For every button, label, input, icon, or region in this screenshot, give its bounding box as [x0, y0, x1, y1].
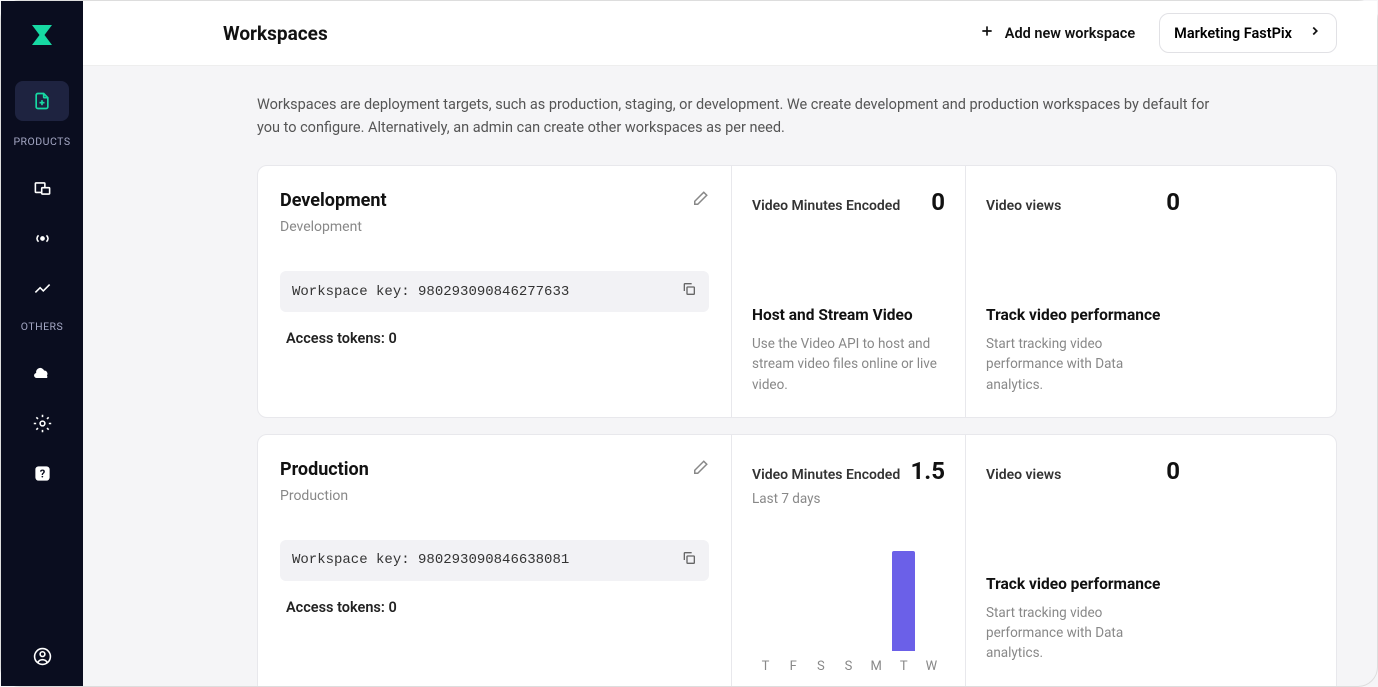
sidebar-item-help[interactable]: ?	[22, 455, 62, 491]
stat-value: 0	[931, 188, 945, 216]
sidebar-item-workspaces[interactable]	[15, 81, 69, 121]
workspace-key-label: Workspace key:	[292, 552, 410, 568]
workspace-key-value: 980293090846277633	[418, 284, 569, 300]
chart-axis-label: W	[920, 659, 943, 674]
panel-description: Start tracking video performance with Da…	[986, 334, 1180, 395]
sidebar-item-media[interactable]	[22, 170, 62, 206]
access-tokens: Access tokens: 0	[286, 330, 709, 347]
org-selector[interactable]: Marketing FastPix	[1159, 13, 1337, 53]
sidebar-section-others: OTHERS	[21, 320, 64, 333]
workspace-name: Production	[280, 459, 369, 480]
stat-label: Video views	[986, 467, 1061, 483]
sidebar-item-profile[interactable]	[22, 636, 62, 676]
plus-icon	[979, 23, 995, 43]
stat-value: 0	[1166, 188, 1180, 216]
workspace-subtitle: Development	[280, 219, 387, 235]
copy-icon[interactable]	[681, 281, 697, 302]
video-views-panel: Video views 0 Track video performance St…	[966, 166, 1200, 417]
bar-chart-axis: TFSSMTW	[752, 659, 945, 674]
chart-axis-label: T	[892, 659, 915, 674]
sidebar-item-streaming[interactable]	[22, 220, 62, 256]
bar-chart	[752, 533, 945, 651]
svg-text:?: ?	[39, 467, 45, 480]
sidebar: PRODUCTS OTHERS ?	[1, 1, 83, 686]
sidebar-section-products: PRODUCTS	[13, 135, 70, 148]
workspace-key-row: Workspace key: 980293090846277633	[280, 271, 709, 312]
workspace-key-label: Workspace key:	[292, 284, 410, 300]
chart-bar	[892, 551, 915, 651]
access-tokens: Access tokens: 0	[286, 599, 709, 616]
panel-title: Track video performance	[986, 575, 1180, 593]
header: Workspaces Add new workspace Marketing F…	[83, 1, 1377, 66]
video-minutes-panel: Video Minutes Encoded 1.5 Last 7 days TF…	[732, 435, 966, 686]
stat-label: Video Minutes Encoded	[752, 198, 900, 214]
video-minutes-panel: Video Minutes Encoded 0 Host and Stream …	[732, 166, 966, 417]
add-workspace-button[interactable]: Add new workspace	[979, 23, 1135, 43]
chart-axis-label: M	[865, 659, 888, 674]
edit-icon[interactable]	[691, 190, 709, 212]
chart-axis-label: F	[782, 659, 805, 674]
stat-value: 0	[1166, 457, 1180, 485]
content: Workspaces are deployment targets, such …	[83, 66, 1377, 686]
video-views-panel: Video views 0 Track video performance St…	[966, 435, 1200, 686]
page-description: Workspaces are deployment targets, such …	[257, 94, 1217, 139]
chart-axis-label: S	[809, 659, 832, 674]
workspace-key-row: Workspace key: 980293090846638081	[280, 540, 709, 581]
chevron-right-icon	[1308, 24, 1322, 42]
org-selector-label: Marketing FastPix	[1174, 25, 1292, 42]
workspace-info: Development Development Workspace key: 9…	[258, 166, 732, 417]
workspace-info: Production Production Workspace key: 980…	[258, 435, 732, 686]
stat-subtext: Last 7 days	[752, 491, 945, 507]
sidebar-item-cloud[interactable]	[22, 355, 62, 391]
workspace-card: Production Production Workspace key: 980…	[257, 434, 1337, 686]
copy-icon[interactable]	[681, 550, 697, 571]
stat-label: Video Minutes Encoded	[752, 467, 900, 483]
sidebar-item-settings[interactable]	[22, 405, 62, 441]
sidebar-item-analytics[interactable]	[22, 270, 62, 306]
panel-title: Track video performance	[986, 306, 1180, 324]
edit-icon[interactable]	[691, 459, 709, 481]
chart-axis-label: T	[754, 659, 777, 674]
main: Workspaces Add new workspace Marketing F…	[83, 1, 1377, 686]
workspace-subtitle: Production	[280, 488, 369, 504]
brand-logo	[24, 17, 60, 53]
panel-description: Use the Video API to host and stream vid…	[752, 334, 945, 395]
stat-value: 1.5	[911, 457, 946, 485]
chart-axis-label: S	[837, 659, 860, 674]
workspace-name: Development	[280, 190, 387, 211]
workspace-key-value: 980293090846638081	[418, 552, 569, 568]
add-workspace-label: Add new workspace	[1005, 25, 1135, 42]
page-title: Workspaces	[223, 22, 328, 45]
panel-description: Start tracking video performance with Da…	[986, 603, 1180, 664]
panel-title: Host and Stream Video	[752, 306, 945, 324]
workspace-card: Development Development Workspace key: 9…	[257, 165, 1337, 418]
stat-label: Video views	[986, 198, 1061, 214]
